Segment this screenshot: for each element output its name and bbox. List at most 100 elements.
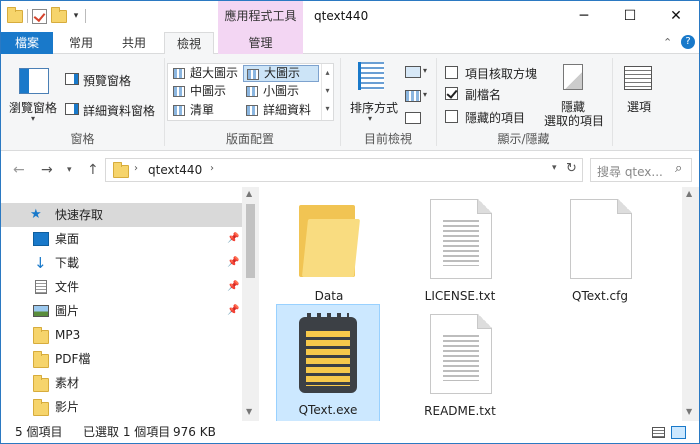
chevron-down-icon[interactable]: ▾ <box>552 163 557 173</box>
nav-item-folder[interactable]: 素材 <box>1 371 244 395</box>
scroll-thumb[interactable] <box>246 204 255 278</box>
ribbon-tabs: 檔案 常用 共用 檢視 管理 ⌃ ? <box>1 32 699 150</box>
folder-icon <box>33 375 49 392</box>
chevron-down-icon: ▾ <box>31 114 36 123</box>
nav-item-pictures[interactable]: 圖片 📌 <box>1 299 244 323</box>
navigation-pane-icon[interactable] <box>19 68 49 94</box>
chevron-right-icon[interactable]: › <box>134 163 138 174</box>
large-icons-view-icon[interactable] <box>671 426 686 439</box>
text-file-icon <box>430 314 492 394</box>
group-label-panes: 窗格 <box>70 132 95 146</box>
help-icon[interactable]: ? <box>681 35 695 49</box>
scroll-up-icon[interactable]: ▲ <box>246 189 252 198</box>
nav-item-folder[interactable]: MP3 <box>1 323 244 347</box>
explorer-window: ▾ 應用程式工具 qtext440 ─ ☐ ✕ 檔案 常用 共用 檢視 管理 ⌃… <box>0 0 700 444</box>
status-bar: 5 個項目 已選取 1 個項目 976 KB <box>1 421 699 443</box>
preview-pane-button[interactable]: 預覽窗格 <box>83 72 131 89</box>
size-columns-icon[interactable] <box>405 112 421 124</box>
tab-manage[interactable]: 管理 <box>218 32 303 54</box>
up-arrow-icon[interactable]: ↑ <box>87 162 99 178</box>
folder-icon <box>113 162 129 178</box>
forward-arrow-icon[interactable]: → <box>41 162 53 178</box>
file-item-app[interactable]: QText.exe <box>276 304 380 422</box>
search-icon[interactable]: ⌕ <box>675 161 682 176</box>
small-icons-icon <box>246 86 258 97</box>
group-by-icon[interactable] <box>405 66 421 78</box>
hide-selected-icon <box>563 64 583 90</box>
pin-icon[interactable]: 📌 <box>227 299 239 323</box>
scroll-up-icon[interactable]: ▲ <box>686 189 692 198</box>
item-check-boxes-checkbox[interactable] <box>445 66 458 79</box>
sort-icon <box>358 62 384 90</box>
contextual-tool-tab-header: 應用程式工具 <box>218 1 303 32</box>
scroll-down-icon[interactable]: ▼ <box>686 407 692 416</box>
customize-qat-icon[interactable]: ▾ <box>71 10 81 22</box>
details-pane-button[interactable]: 詳細資料窗格 <box>83 102 155 119</box>
tab-share[interactable]: 共用 <box>111 32 157 54</box>
minimize-button[interactable]: ─ <box>561 1 607 32</box>
gallery-scroll[interactable]: ▴ ▾ ▾ <box>321 64 333 120</box>
title-bar: ▾ 應用程式工具 qtext440 ─ ☐ ✕ <box>1 1 699 32</box>
quick-access-toolbar: ▾ <box>7 6 86 24</box>
pin-icon[interactable]: 📌 <box>227 275 239 299</box>
chevron-down-icon: ▾ <box>423 66 428 75</box>
layout-medium-icons[interactable]: 中圖示 <box>170 83 242 100</box>
file-item-config[interactable]: QText.cfg <box>548 189 652 307</box>
collapse-ribbon-icon[interactable]: ⌃ <box>663 36 672 49</box>
pin-icon[interactable]: 📌 <box>227 227 239 251</box>
list-icon <box>173 105 185 116</box>
tab-view[interactable]: 檢視 <box>164 32 214 55</box>
nav-scrollbar[interactable]: ▲ ▼ <box>242 187 259 421</box>
config-file-icon <box>570 199 632 279</box>
divider <box>27 9 28 23</box>
close-button[interactable]: ✕ <box>653 1 699 32</box>
nav-item-desktop[interactable]: 桌面 📌 <box>1 227 244 251</box>
add-columns-icon[interactable] <box>405 90 421 102</box>
tab-home[interactable]: 常用 <box>58 32 104 54</box>
properties-icon[interactable] <box>32 8 47 24</box>
notepad-rings <box>307 313 349 323</box>
layout-extra-large-icons[interactable]: 超大圖示 <box>170 65 242 82</box>
download-icon: ↓ <box>34 254 47 272</box>
chevron-right-icon[interactable]: › <box>210 163 214 174</box>
medium-icons-icon <box>173 86 185 97</box>
nav-item-folder[interactable]: PDF檔 <box>1 347 244 371</box>
maximize-icon: ☐ <box>623 8 637 24</box>
scroll-down-icon[interactable]: ▼ <box>246 407 252 416</box>
pin-icon[interactable]: 📌 <box>227 251 239 275</box>
options-button[interactable]: 選項 <box>627 98 651 115</box>
address-bar[interactable]: › qtext440 › ▾ ↻ <box>105 158 583 182</box>
file-item-text[interactable]: LICENSE.txt <box>408 189 512 307</box>
details-view-icon[interactable] <box>652 427 665 438</box>
minimize-icon: ─ <box>579 8 589 24</box>
back-arrow-icon[interactable]: ← <box>13 162 25 178</box>
chevron-down-icon: ▾ <box>368 114 373 123</box>
selection-count: 已選取 1 個項目 <box>83 425 171 439</box>
nav-item-folder[interactable]: 影片 <box>1 395 244 419</box>
maximize-button[interactable]: ☐ <box>607 1 653 32</box>
navigation-pane: ★ 快速存取 桌面 📌 ↓ 下載 📌 文件 📌 圖片 📌 MP3 PDF檔 素材… <box>1 187 259 421</box>
nav-item-documents[interactable]: 文件 📌 <box>1 275 244 299</box>
new-folder-icon[interactable] <box>51 6 67 23</box>
file-name-extensions-checkbox[interactable] <box>445 87 458 100</box>
breadcrumb-current[interactable]: qtext440 <box>148 163 202 177</box>
hidden-items-checkbox[interactable] <box>445 110 458 123</box>
file-item-text[interactable]: README.txt <box>408 304 512 422</box>
layout-details[interactable]: 詳細資料 <box>243 102 319 119</box>
search-box[interactable]: 搜尋 qtex... ⌕ <box>590 158 692 182</box>
refresh-icon[interactable]: ↻ <box>566 161 577 176</box>
sort-by-button[interactable]: 排序方式 <box>350 99 398 116</box>
layout-list[interactable]: 清單 <box>170 102 242 119</box>
search-input[interactable]: 搜尋 qtex... <box>597 163 663 180</box>
folder-icon[interactable] <box>7 6 23 23</box>
file-item-folder[interactable]: Data <box>277 189 381 307</box>
layout-large-icons[interactable]: 大圖示 <box>243 65 319 82</box>
document-icon <box>35 280 47 294</box>
hidden-items-label: 隱藏的項目 <box>465 111 526 125</box>
nav-item-quick-access[interactable]: ★ 快速存取 <box>1 203 244 227</box>
layout-small-icons[interactable]: 小圖示 <box>243 83 319 100</box>
star-icon: ★ <box>30 207 42 222</box>
recent-locations-icon[interactable]: ▾ <box>67 165 72 175</box>
nav-item-downloads[interactable]: ↓ 下載 📌 <box>1 251 244 275</box>
content-scrollbar[interactable]: ▲ ▼ <box>682 187 699 421</box>
